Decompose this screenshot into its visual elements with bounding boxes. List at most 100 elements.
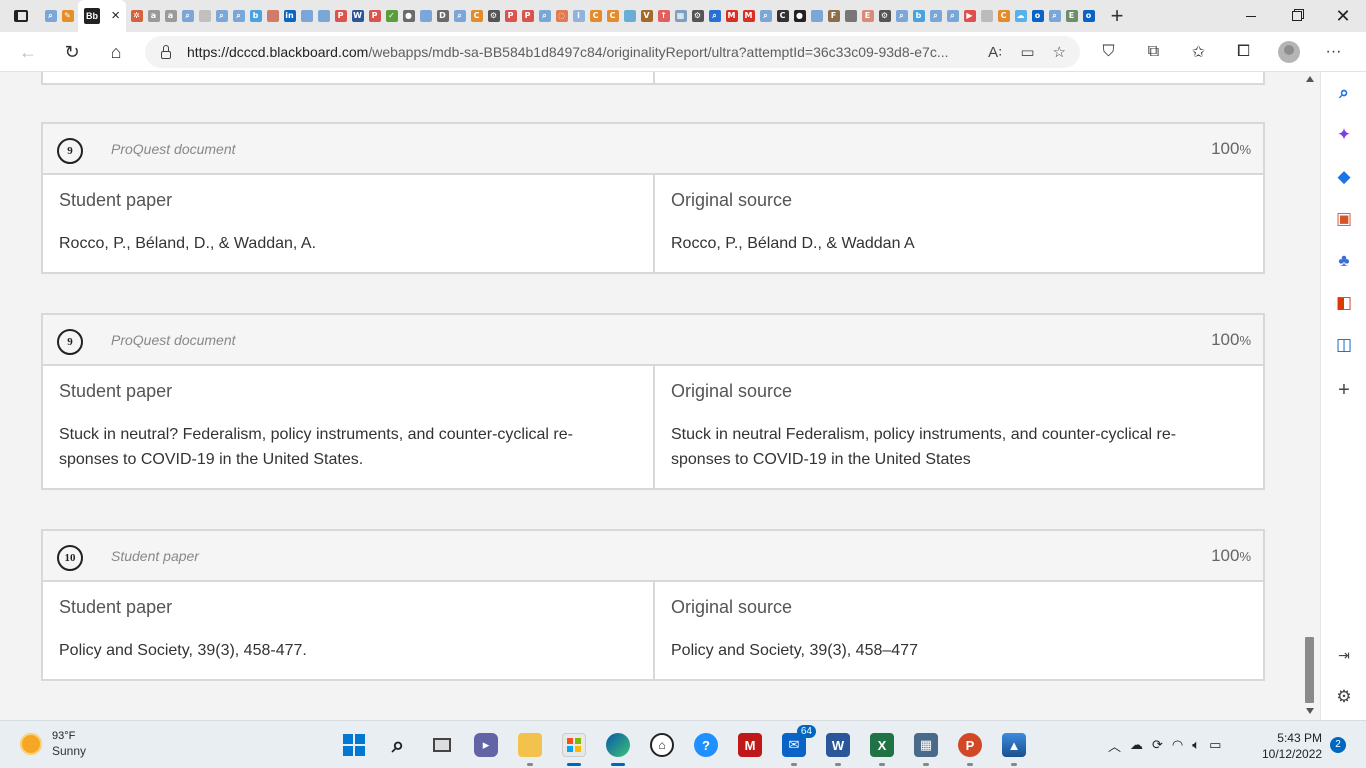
tab-item[interactable]: ▦ — [672, 0, 689, 32]
sidebar-search-icon[interactable]: ⌕ — [1332, 81, 1356, 105]
tab-item[interactable]: ⚙ — [485, 0, 502, 32]
sidebar-tools-icon[interactable]: ▣ — [1332, 207, 1356, 231]
battery-icon[interactable]: ▭ — [1209, 737, 1221, 753]
tab-item[interactable]: ↑ — [655, 0, 672, 32]
minimize-button[interactable] — [1228, 0, 1274, 32]
tab-item[interactable] — [808, 0, 825, 32]
photos-button[interactable]: ▲ — [998, 729, 1030, 766]
sidebar-office-icon[interactable]: ◧ — [1332, 291, 1356, 315]
tab-item[interactable] — [842, 0, 859, 32]
new-tab-button[interactable]: + — [1097, 0, 1137, 32]
powerpoint-button[interactable]: P — [954, 729, 986, 766]
tab-item[interactable]: V — [638, 0, 655, 32]
tab-active[interactable]: Bb × — [78, 0, 126, 32]
tab-item[interactable]: ◌ — [553, 0, 570, 32]
clock[interactable]: 5:43 PM 10/12/2022 — [1262, 730, 1322, 762]
shield-extension-button[interactable]: ⛉ — [1086, 32, 1131, 72]
tab-item[interactable]: C — [587, 0, 604, 32]
tab-item[interactable]: E — [1063, 0, 1080, 32]
tab-item[interactable] — [417, 0, 434, 32]
tab-item[interactable]: P — [332, 0, 349, 32]
url-text[interactable]: https://dcccd.blackboard.com/webapps/mdb… — [187, 44, 957, 60]
volume-icon[interactable]: 🔈︎ — [1192, 737, 1200, 753]
tab-item[interactable]: P — [519, 0, 536, 32]
excel-button[interactable]: X — [866, 729, 898, 766]
tab-item[interactable]: C — [995, 0, 1012, 32]
task-view-button[interactable] — [426, 729, 458, 761]
tab-item[interactable]: M — [723, 0, 740, 32]
wifi-icon[interactable]: ◠ — [1172, 737, 1183, 753]
sidebar-games-icon[interactable]: ♣ — [1332, 249, 1356, 273]
tab-item[interactable]: M — [740, 0, 757, 32]
tab-item[interactable]: ⌕ — [230, 0, 247, 32]
tab-item[interactable]: ⌕ — [757, 0, 774, 32]
tab-item[interactable]: ⌕ — [213, 0, 230, 32]
tab-item[interactable]: ⌕ — [944, 0, 961, 32]
word-button[interactable]: W — [822, 729, 854, 766]
scroll-down-arrow-icon[interactable] — [1306, 708, 1314, 714]
match-source-name[interactable]: ProQuest document — [111, 141, 236, 157]
scroll-thumb[interactable] — [1305, 637, 1314, 703]
address-bar[interactable]: https://dcccd.blackboard.com/webapps/mdb… — [145, 36, 1080, 68]
edge-browser-button[interactable] — [602, 729, 634, 766]
tab-item[interactable] — [978, 0, 995, 32]
app-button[interactable]: ⌂ — [646, 729, 678, 761]
tab-item[interactable]: ⌕ — [1046, 0, 1063, 32]
tab-item[interactable]: b — [910, 0, 927, 32]
favorite-star-icon[interactable]: ☆ — [1053, 43, 1066, 61]
tab-item[interactable]: E — [859, 0, 876, 32]
more-menu-button[interactable]: ··· — [1311, 32, 1356, 72]
tab-item[interactable]: b — [247, 0, 264, 32]
tab-item[interactable]: C — [774, 0, 791, 32]
tab-item[interactable]: o — [1080, 0, 1097, 32]
read-aloud-icon[interactable]: A꞉ — [988, 44, 1002, 61]
chevron-up-icon[interactable]: ︿ — [1108, 736, 1121, 755]
tab-item[interactable] — [621, 0, 638, 32]
sync-icon[interactable]: ⟳ — [1152, 737, 1163, 753]
profile-button[interactable] — [1266, 32, 1311, 72]
sidebar-outlook-icon[interactable]: ◫ — [1332, 333, 1356, 357]
home-button[interactable]: ⌂ — [94, 32, 138, 72]
tab-item[interactable]: ⌕ — [927, 0, 944, 32]
close-window-button[interactable]: ✕ — [1320, 0, 1366, 32]
sidebar-add-icon[interactable]: + — [1332, 378, 1356, 402]
tab-item[interactable]: W — [349, 0, 366, 32]
sidebar-shopping-icon[interactable]: ◆ — [1332, 165, 1356, 189]
match-source-name[interactable]: Student paper — [111, 548, 199, 564]
favorites-button[interactable]: ✩ — [1176, 32, 1221, 72]
calculator-button[interactable]: ▦ — [910, 729, 942, 766]
tab-item[interactable]: ⌕ — [536, 0, 553, 32]
sidebar-discover-icon[interactable]: ✦ — [1332, 123, 1356, 147]
tab-actions-button[interactable] — [0, 0, 42, 32]
tab-item[interactable]: ▶ — [961, 0, 978, 32]
tab-item[interactable]: i — [570, 0, 587, 32]
tab-item[interactable]: ⌕ — [42, 0, 59, 32]
back-button[interactable]: ← — [6, 32, 50, 72]
tab-item[interactable] — [315, 0, 332, 32]
tab-item[interactable]: a — [162, 0, 179, 32]
extensions-button[interactable]: ⧉ — [1131, 32, 1176, 72]
tab-item[interactable] — [196, 0, 213, 32]
teams-chat-button[interactable]: ▸ — [470, 729, 502, 761]
tab-item[interactable]: ☁ — [1012, 0, 1029, 32]
tab-item[interactable] — [264, 0, 281, 32]
collections-button[interactable]: ⧠ — [1221, 32, 1266, 72]
tab-item[interactable]: ✎ — [59, 0, 76, 32]
mcafee-button[interactable]: M — [734, 729, 766, 761]
tab-item[interactable]: ⌕ — [451, 0, 468, 32]
close-tab-icon[interactable]: × — [111, 8, 120, 24]
tab-item[interactable]: D — [434, 0, 451, 32]
mail-button[interactable]: ✉ 64 — [778, 725, 816, 766]
tab-item[interactable]: ⌕ — [179, 0, 196, 32]
file-explorer-button[interactable] — [514, 729, 546, 766]
tab-item[interactable]: ⚙ — [689, 0, 706, 32]
notification-badge[interactable]: 2 — [1330, 737, 1346, 753]
tab-item[interactable]: ● — [400, 0, 417, 32]
cloud-icon[interactable]: ☁ — [1130, 737, 1143, 753]
tab-item[interactable]: ✲ — [128, 0, 145, 32]
tab-item[interactable]: F — [825, 0, 842, 32]
maximize-button[interactable] — [1274, 0, 1320, 32]
tab-item[interactable] — [298, 0, 315, 32]
sidebar-collapse-icon[interactable]: ⇥ — [1332, 643, 1356, 667]
tab-item[interactable]: a — [145, 0, 162, 32]
